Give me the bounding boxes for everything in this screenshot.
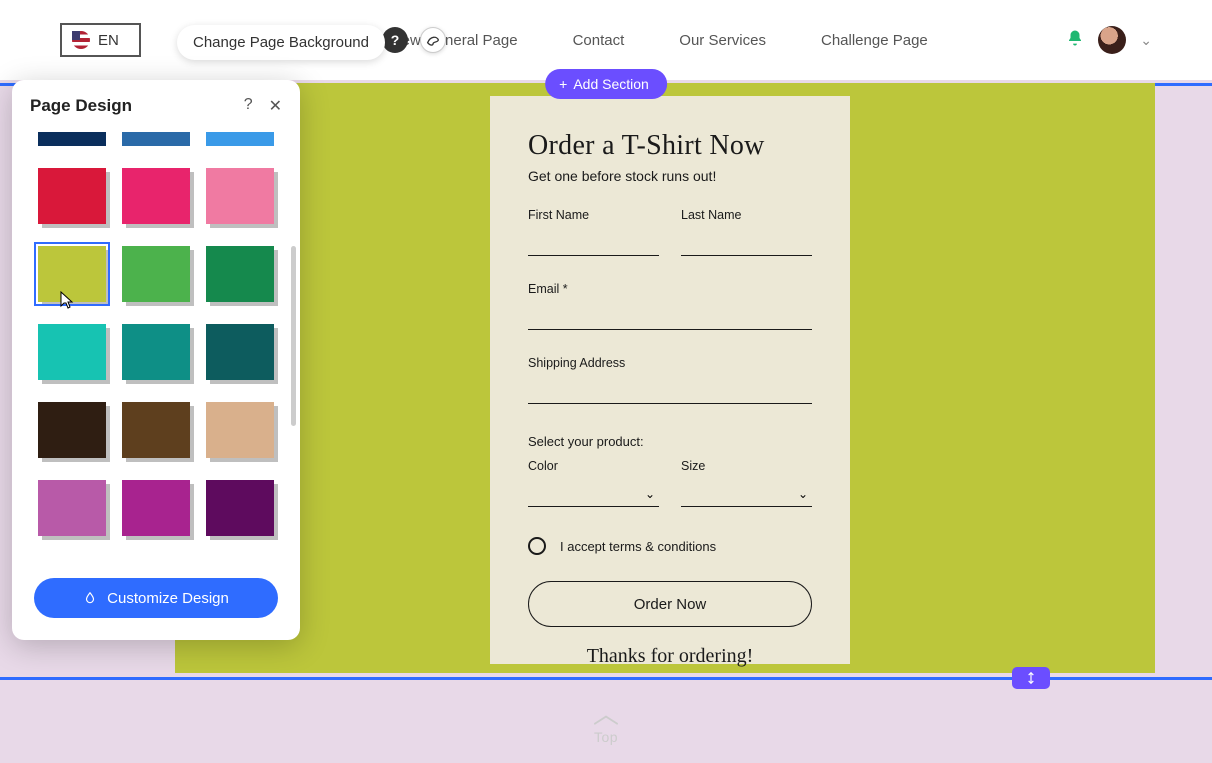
color-swatch[interactable] <box>38 168 106 224</box>
order-form: Order a T-Shirt Now Get one before stock… <box>490 96 850 664</box>
top-label: Top <box>594 729 618 745</box>
chevron-up-icon: ︿ <box>593 701 619 727</box>
flag-icon <box>72 31 90 49</box>
last-name-input[interactable] <box>681 226 812 256</box>
nav-item-new-page[interactable]: New General Page <box>391 32 518 49</box>
back-to-top[interactable]: ︿ Top <box>0 683 1212 763</box>
plus-icon: + <box>559 76 567 92</box>
order-now-button[interactable]: Order Now <box>528 581 812 627</box>
close-icon[interactable]: ✕ <box>269 96 282 116</box>
color-swatch[interactable] <box>122 246 190 302</box>
terms-checkbox[interactable] <box>528 537 546 555</box>
address-label: Shipping Address <box>528 356 812 370</box>
color-swatch[interactable] <box>122 402 190 458</box>
help-icon[interactable]: ? <box>382 27 408 53</box>
color-swatch[interactable] <box>38 132 106 146</box>
language-label: EN <box>98 32 119 49</box>
terms-label: I accept terms & conditions <box>560 539 716 554</box>
panel-help-icon[interactable]: ? <box>244 96 253 116</box>
nav-menu: New General Page Contact Our Services Ch… <box>391 32 928 49</box>
color-swatch[interactable] <box>206 168 274 224</box>
color-swatch[interactable] <box>122 480 190 536</box>
page-design-icon[interactable] <box>420 27 446 53</box>
color-swatch-grid <box>12 132 300 566</box>
color-swatch[interactable] <box>122 168 190 224</box>
thanks-message: Thanks for ordering! <box>528 645 812 668</box>
color-select[interactable] <box>528 477 659 507</box>
color-swatch[interactable] <box>38 246 106 302</box>
form-subtitle: Get one before stock runs out! <box>528 168 812 184</box>
section-resize-handle[interactable] <box>1012 667 1050 689</box>
first-name-input[interactable] <box>528 226 659 256</box>
email-input[interactable] <box>528 300 812 330</box>
nav-item-challenge[interactable]: Challenge Page <box>821 32 928 49</box>
panel-title: Page Design <box>30 96 132 116</box>
customize-design-button[interactable]: Customize Design <box>34 578 278 618</box>
form-title: Order a T-Shirt Now <box>528 130 812 162</box>
color-swatch[interactable] <box>206 480 274 536</box>
product-label: Select your product: <box>528 434 812 449</box>
add-section-label: Add Section <box>573 76 649 92</box>
color-swatch[interactable] <box>122 324 190 380</box>
notifications-icon[interactable] <box>1066 29 1084 52</box>
language-selector[interactable]: EN <box>60 23 141 57</box>
color-label: Color <box>528 459 659 473</box>
size-select[interactable] <box>681 477 812 507</box>
color-swatch[interactable] <box>206 402 274 458</box>
tooltip-change-bg: Change Page Background <box>177 25 385 60</box>
color-swatch[interactable] <box>38 480 106 536</box>
chevron-down-icon[interactable]: ⌄ <box>1140 32 1152 49</box>
nav-item-contact[interactable]: Contact <box>573 32 625 49</box>
color-swatch[interactable] <box>206 324 274 380</box>
page-design-panel: Page Design ? ✕ Customize Design <box>12 80 300 640</box>
color-swatch[interactable] <box>206 132 274 146</box>
scrollbar[interactable] <box>291 246 296 426</box>
address-input[interactable] <box>528 374 812 404</box>
email-label: Email * <box>528 282 812 296</box>
color-swatch[interactable] <box>38 402 106 458</box>
color-swatch[interactable] <box>206 246 274 302</box>
user-avatar[interactable] <box>1098 26 1126 54</box>
add-section-button[interactable]: + Add Section <box>545 69 667 99</box>
nav-item-services[interactable]: Our Services <box>679 32 766 49</box>
color-swatch[interactable] <box>122 132 190 146</box>
first-name-label: First Name <box>528 208 659 222</box>
color-swatch[interactable] <box>38 324 106 380</box>
last-name-label: Last Name <box>681 208 812 222</box>
size-label: Size <box>681 459 812 473</box>
customize-design-label: Customize Design <box>107 590 229 607</box>
